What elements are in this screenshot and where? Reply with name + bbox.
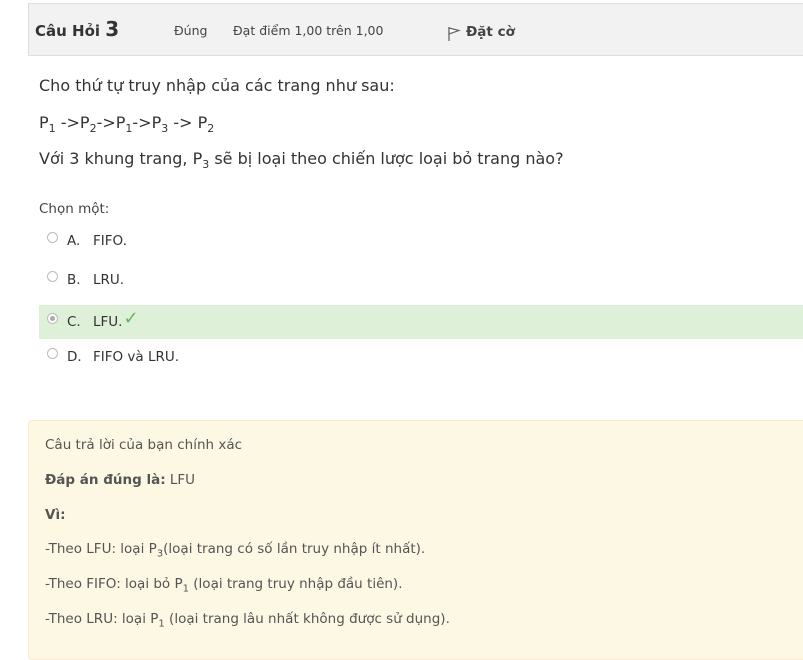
explanation-text: -Theo LRU: loại P (45, 611, 159, 627)
question-grade: Đạt điểm 1,00 trên 1,00 (233, 23, 384, 38)
option-text: LFU. (93, 314, 123, 330)
explanation-heading: Vì: (45, 507, 65, 523)
correct-check-icon: ✓ (123, 307, 139, 329)
option-c[interactable]: C. LFU. ✓ (39, 305, 803, 339)
radio-option-a[interactable] (47, 231, 58, 243)
seq-token: ->P (96, 113, 126, 132)
feedback-panel: Câu trả lời của bạn chính xác Đáp án đún… (28, 420, 803, 660)
option-letter: D. (67, 349, 82, 365)
radio-option-b[interactable] (47, 270, 58, 282)
option-letter: B. (67, 272, 81, 288)
explanation-line: -Theo FIFO: loại bỏ P1 (loại trang truy … (45, 576, 403, 595)
option-text: FIFO và LRU. (93, 349, 180, 365)
question-number: Câu Hỏi 3 (35, 17, 119, 41)
right-answer-label: Đáp án đúng là: (45, 472, 166, 488)
why-label: Vì: (45, 507, 66, 523)
explanation-text: (loại trang có số lần truy nhập ít nhất)… (163, 541, 426, 557)
flag-question-button[interactable]: Đặt cờ (447, 22, 515, 42)
question-text-line3: Với 3 khung trang, P3 sẽ bị loại theo ch… (39, 149, 564, 171)
option-text: LRU. (93, 272, 125, 288)
question-text-part: Với 3 khung trang, P (39, 149, 203, 168)
question-text-line1: Cho thứ tự truy nhập của các trang như s… (39, 76, 395, 95)
question-label: Câu Hỏi (35, 22, 101, 40)
question-number-value: 3 (105, 17, 120, 41)
radio-option-d[interactable] (47, 347, 58, 359)
seq-token: ->P (132, 113, 162, 132)
question-state: Đúng (174, 23, 208, 38)
explanation-line: -Theo LRU: loại P1 (loại trang lâu nhất … (45, 611, 450, 630)
right-answer-value: LFU (165, 472, 196, 488)
question-text-part: sẽ bị loại theo chiến lược loại bỏ trang… (209, 149, 564, 168)
option-a[interactable]: A. FIFO. (39, 224, 803, 258)
flag-icon (448, 27, 461, 41)
question-info-panel: Câu Hỏi 3 Đúng Đạt điểm 1,00 trên 1,00 Đ… (28, 3, 803, 56)
seq-token: -> P (168, 113, 208, 132)
radio-option-c[interactable] (47, 312, 58, 324)
general-feedback: Câu trả lời của bạn chính xác (45, 437, 243, 453)
seq-token: P (39, 113, 49, 132)
option-letter: A. (67, 233, 81, 249)
option-letter: C. (67, 314, 81, 330)
seq-sub: 2 (207, 122, 215, 136)
option-d[interactable]: D. FIFO và LRU. (39, 340, 803, 374)
answer-prompt: Chọn một: (39, 201, 110, 217)
option-text: FIFO. (93, 233, 127, 249)
question-sequence: P1 ->P2->P1->P3 -> P2 (39, 113, 214, 135)
seq-sub: 2 (89, 122, 97, 136)
flag-label: Đặt cờ (466, 24, 515, 40)
explanation-text: (loại trang truy nhập đầu tiên). (189, 576, 403, 592)
seq-token: ->P (55, 113, 90, 132)
explanation-text: -Theo LFU: loại P (45, 541, 157, 557)
seq-sub: 1 (48, 122, 56, 136)
option-b[interactable]: B. LRU. (39, 263, 803, 297)
explanation-line: -Theo LFU: loại P3(loại trang có số lần … (45, 541, 425, 560)
right-answer: Đáp án đúng là: LFU (45, 472, 195, 488)
explanation-text: (loại trang lâu nhất không được sử dụng)… (164, 611, 450, 627)
explanation-text: -Theo FIFO: loại bỏ P (45, 576, 183, 592)
